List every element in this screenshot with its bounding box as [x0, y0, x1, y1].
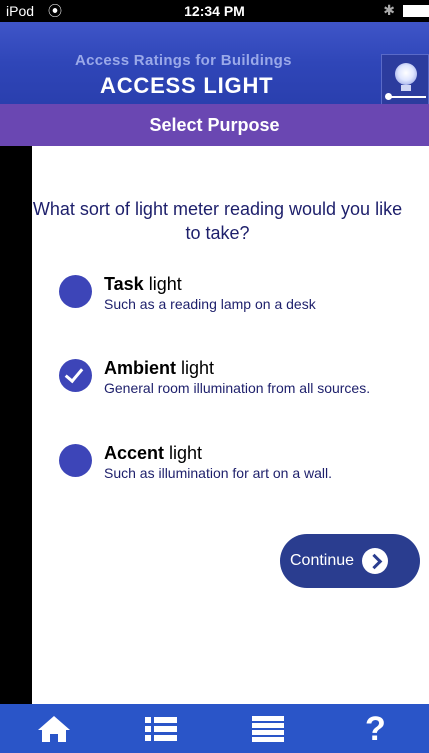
checkmark-icon [64, 363, 84, 384]
purpose-bar: Select Purpose [0, 104, 429, 146]
radio-task[interactable] [59, 275, 92, 308]
continue-label: Continue [290, 552, 355, 569]
main-content: What sort of light meter reading would y… [32, 146, 429, 704]
light-meter-logo-icon [381, 54, 429, 106]
option-task-label-rest: light [143, 274, 182, 294]
tab-bar: ? [0, 704, 429, 753]
option-ambient-label-bold: Ambient [104, 358, 176, 378]
radio-accent[interactable] [59, 444, 92, 477]
bulb-base [401, 85, 411, 91]
option-ambient-label-rest: light [176, 358, 215, 378]
option-task-label: Task light [104, 274, 182, 295]
home-icon[interactable] [24, 708, 84, 750]
question-text: What sort of light meter reading would y… [32, 199, 403, 243]
help-label: ? [364, 709, 386, 748]
option-task-label-bold: Task [104, 274, 144, 294]
chevron-right-icon [362, 548, 389, 574]
list-icon[interactable] [131, 708, 191, 750]
help-icon[interactable]: ? [345, 708, 405, 750]
app-subtitle: Access Ratings for Buildings [75, 52, 292, 69]
option-accent-description: Such as illumination for art on a wall. [104, 465, 332, 481]
option-ambient-description: General room illumination from all sourc… [104, 380, 371, 396]
bluetooth-icon: ✱ [383, 2, 395, 18]
continue-button[interactable]: Continue [280, 534, 420, 588]
meter-scale-dot [385, 93, 392, 100]
option-accent-label-rest: light [164, 443, 203, 463]
app-title: ACCESS LIGHT [100, 73, 274, 98]
status-time: 12:34 PM [184, 3, 245, 19]
meter-scale-line [386, 96, 426, 98]
purpose-title: Select Purpose [149, 114, 280, 135]
menu-icon[interactable] [238, 708, 298, 750]
bulb-icon [395, 63, 417, 85]
option-ambient-label: Ambient light [104, 358, 214, 379]
app-header: Access Ratings for Buildings ACCESS LIGH… [0, 22, 429, 106]
radio-ambient[interactable] [59, 359, 92, 392]
option-accent-label: Accent light [104, 443, 202, 464]
battery-icon [403, 5, 429, 17]
option-task-description: Such as a reading lamp on a desk [104, 296, 316, 312]
status-bar: iPod ⦿ 12:34 PM ✱ [0, 0, 429, 22]
option-accent-label-bold: Accent [104, 443, 165, 463]
